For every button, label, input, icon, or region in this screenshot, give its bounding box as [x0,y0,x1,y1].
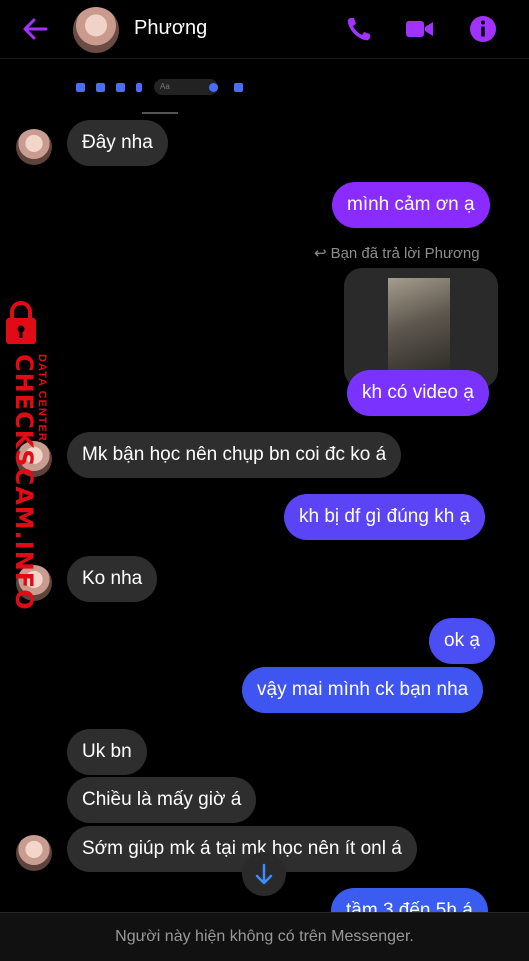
scroll-to-bottom-button[interactable] [242,852,286,896]
contact-avatar[interactable] [73,7,119,53]
like-icon [234,83,243,92]
image-icon [116,83,125,92]
lock-icon [6,301,36,344]
message-incoming[interactable]: Chiều là mấy giờ á [67,777,257,823]
message-incoming[interactable]: Đây nha [67,120,168,166]
video-call-icon[interactable] [404,14,434,44]
message-outgoing[interactable]: vậy mai mình ck bạn nha [242,667,484,713]
message-outgoing[interactable]: kh bị df gì đúng kh ạ [284,494,486,540]
watermark-subtitle: DATA CENTER [36,354,48,442]
apps-icon [76,83,85,92]
info-icon[interactable] [468,14,498,44]
photo-thumbnail [388,278,450,378]
chat-header: Phương [0,0,529,59]
emoji-icon [209,83,218,92]
embedded-composer-bar: Aa [74,78,254,98]
status-footer: Người này hiện không có trên Messenger. [0,912,529,961]
arrow-down-icon [255,863,273,885]
message-outgoing[interactable]: kh có video ạ [347,370,489,416]
contact-name[interactable]: Phương [134,17,207,40]
message-outgoing[interactable]: ok ạ [429,618,495,664]
message-incoming[interactable]: Ko nha [67,556,158,602]
message-incoming[interactable]: Mk bận học nên chụp bn coi đc ko á [67,432,402,478]
sender-avatar[interactable] [16,835,52,871]
phone-call-icon[interactable] [344,14,374,44]
sender-avatar[interactable] [16,129,52,165]
message-incoming[interactable]: Uk bn [67,729,147,775]
watermark-brand: CHECKSCAM.INFO [10,354,38,611]
reply-indicator: ↩ Bạn đã trả lời Phương [314,245,480,262]
mic-icon [136,83,142,92]
watermark: CHECKSCAM.INFO DATA CENTER [4,300,64,611]
divider [142,112,178,114]
camera-icon [96,83,105,92]
reply-arrow-icon: ↩ [314,245,327,262]
message-outgoing[interactable]: mình cảm ơn ạ [332,182,490,228]
back-arrow-icon[interactable] [20,14,50,44]
